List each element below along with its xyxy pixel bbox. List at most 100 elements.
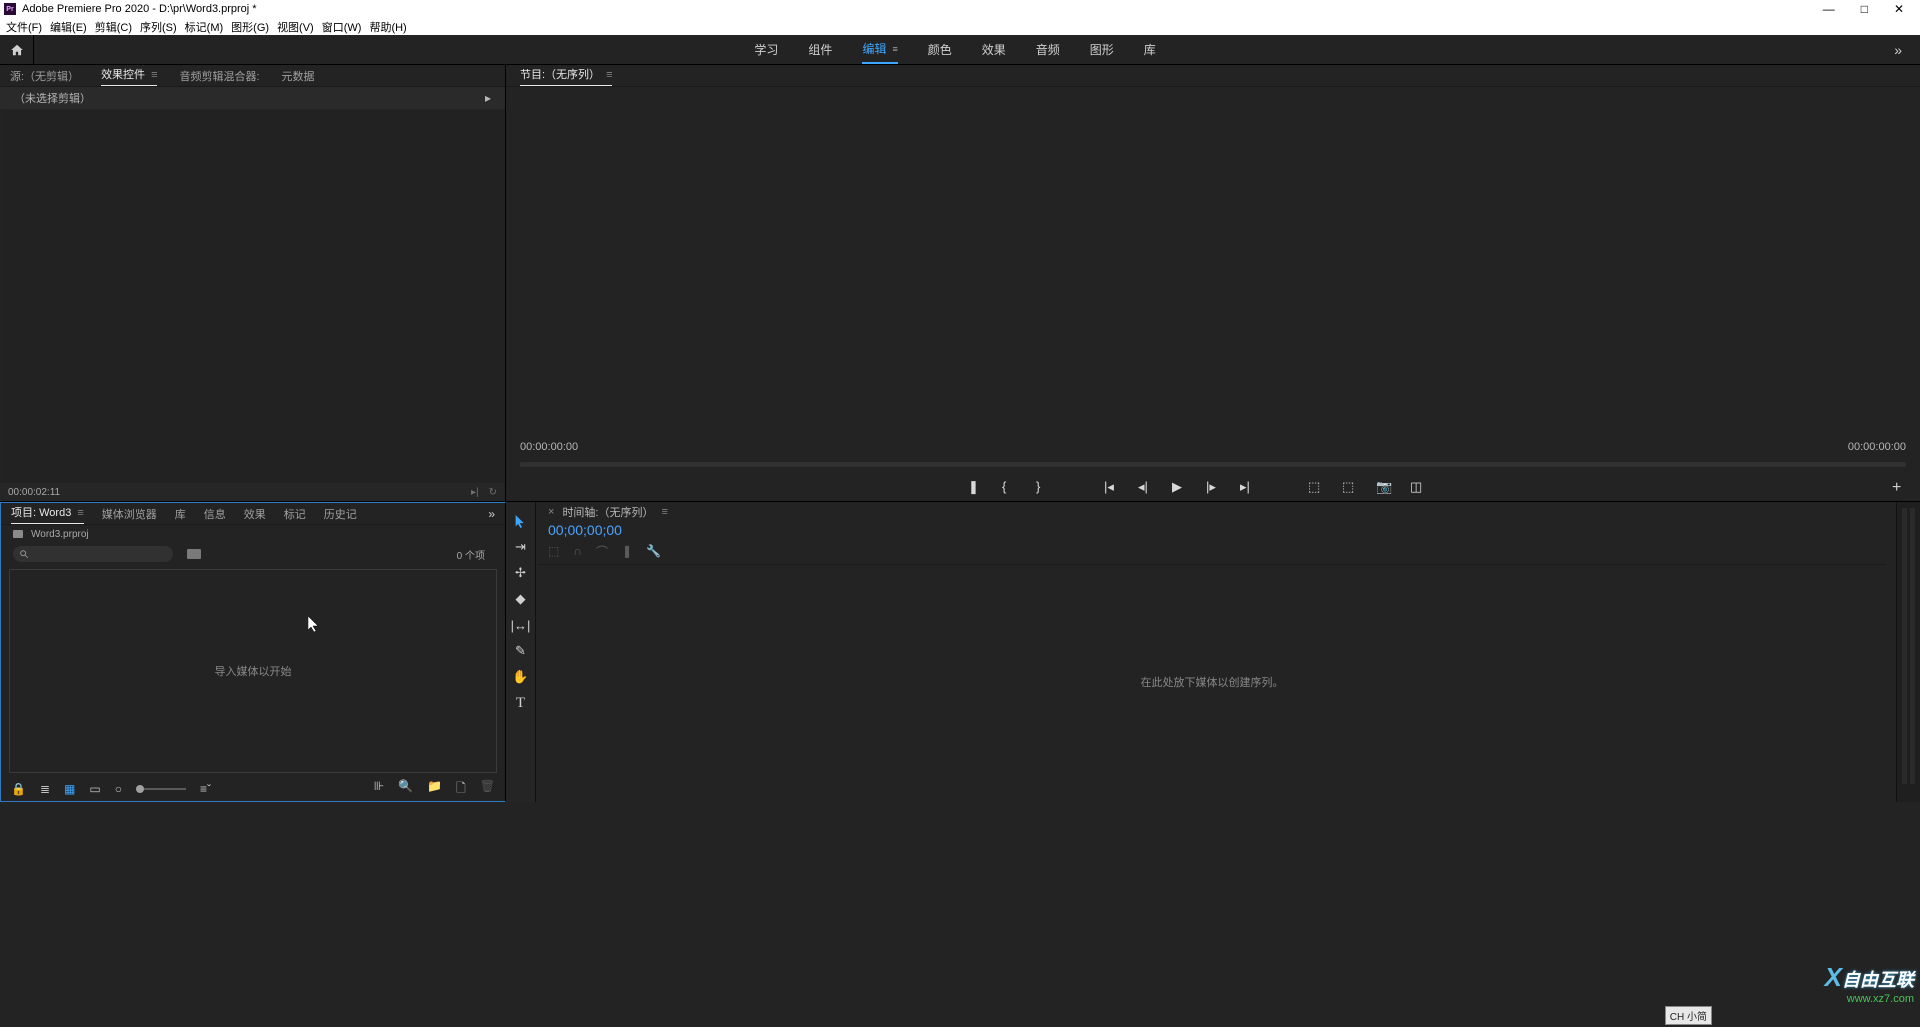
timeline-tracks-area[interactable]: 在此处放下媒体以创建序列。 — [538, 564, 1886, 798]
snap-icon[interactable]: ∩ — [573, 544, 582, 558]
workspace-effects[interactable]: 效果 — [982, 35, 1006, 64]
type-tool[interactable]: T — [511, 694, 531, 712]
tab-program-menu-icon[interactable]: ≡ — [606, 69, 612, 81]
tab-audio-clip-mixer[interactable]: 音频剪辑混合器: — [179, 68, 259, 84]
watermark-url: www.xz7.com — [1825, 993, 1914, 1005]
tab-source[interactable]: 源:（无剪辑） — [10, 68, 79, 84]
menu-graphics[interactable]: 图形(G) — [231, 19, 269, 35]
search-input[interactable] — [13, 546, 173, 562]
find-icon[interactable]: 🔍 — [398, 779, 413, 800]
new-bin-icon[interactable]: 📁 — [427, 779, 442, 800]
tab-effects[interactable]: 效果 — [244, 506, 266, 522]
write-lock-icon[interactable]: 🔒 — [11, 782, 26, 796]
program-controls: ❚ { } |◂ ◂| ▶ |▸ ▸| ⬚ ⬚ 📷 ◫ + — [506, 471, 1920, 501]
extract-icon[interactable]: ⬚ — [1342, 479, 1356, 493]
lift-icon[interactable]: ⬚ — [1308, 479, 1322, 493]
tab-info[interactable]: 信息 — [204, 506, 226, 522]
new-item-icon[interactable]: 🗋 — [456, 779, 466, 800]
hand-tool[interactable]: ✋ — [511, 668, 531, 686]
step-forward-icon[interactable]: |▸ — [1206, 479, 1220, 493]
tab-project[interactable]: 项目: Word3≡ — [11, 504, 84, 524]
menu-help[interactable]: 帮助(H) — [369, 19, 406, 35]
menu-edit[interactable]: 编辑(E) — [50, 19, 87, 35]
window-title: Adobe Premiere Pro 2020 - D:\pr\Word3.pr… — [22, 3, 257, 15]
pen-tool[interactable]: ✎ — [511, 642, 531, 660]
slip-tool[interactable]: |↔| — [511, 616, 531, 634]
menu-file[interactable]: 文件(F) — [6, 19, 42, 35]
workspace-editing-menu-icon[interactable]: ≡ — [892, 44, 897, 54]
mark-in-icon[interactable]: { — [1002, 479, 1016, 493]
zoom-slider[interactable] — [136, 788, 186, 790]
workspace-editing[interactable]: 编辑≡ — [862, 35, 897, 64]
delete-icon[interactable]: 🗑 — [480, 779, 495, 800]
project-tabs-overflow[interactable]: » — [488, 507, 495, 521]
timeline-tab-menu-icon[interactable]: ≡ — [662, 506, 668, 518]
loop-icon[interactable]: ↻ — [489, 487, 497, 498]
item-count: 0 个项 — [457, 547, 485, 562]
track-select-tool[interactable]: ⇥ — [511, 538, 531, 556]
workspace-overflow-button[interactable]: » — [1876, 42, 1920, 58]
mark-out-icon[interactable]: } — [1036, 479, 1050, 493]
menu-view[interactable]: 视图(V) — [277, 19, 314, 35]
export-frame-icon[interactable]: 📷 — [1376, 479, 1390, 493]
program-panel-tabs: 节目:（无序列）≡ — [506, 65, 1920, 87]
menu-sequence[interactable]: 序列(S) — [140, 19, 177, 35]
home-button[interactable] — [0, 35, 34, 64]
selection-tool[interactable] — [511, 512, 531, 530]
timeline-tab-label[interactable]: 时间轴:（无序列） — [562, 504, 653, 520]
program-timebar: 00:00:00:00 00:00:00:00 — [506, 437, 1920, 457]
minimize-button[interactable]: — — [1823, 2, 1835, 16]
automate-to-sequence-icon[interactable]: ⊪ — [374, 779, 384, 800]
workspace-learning[interactable]: 学习 — [754, 35, 778, 64]
sort-icon[interactable]: ≡ˇ — [200, 782, 211, 796]
workspace-libraries[interactable]: 库 — [1144, 35, 1156, 64]
expand-arrow-icon[interactable]: ▸ — [485, 91, 491, 105]
audio-meter[interactable] — [1896, 502, 1920, 802]
freeform-view-icon[interactable]: ▭ — [89, 782, 100, 796]
add-marker-icon[interactable]: ❚ — [968, 479, 982, 493]
tab-program[interactable]: 节目:（无序列）≡ — [520, 66, 612, 86]
menu-window[interactable]: 窗口(W) — [322, 19, 362, 35]
tab-history[interactable]: 历史记 — [324, 506, 357, 522]
workspace-assembly[interactable]: 组件 — [808, 35, 832, 64]
play-only-icon[interactable]: ▸| — [471, 487, 479, 498]
workspace-color[interactable]: 颜色 — [928, 35, 952, 64]
insert-overwrite-icon[interactable]: ⬚ — [548, 544, 559, 558]
tab-project-menu-icon[interactable]: ≡ — [77, 507, 83, 519]
linked-selection-icon[interactable]: ⌒ — [596, 543, 608, 560]
step-back-icon[interactable]: ◂| — [1138, 479, 1152, 493]
tab-libraries[interactable]: 库 — [175, 506, 186, 522]
maximize-button[interactable]: □ — [1861, 2, 1868, 16]
razor-tool[interactable]: ◆ — [511, 590, 531, 608]
tab-media-browser[interactable]: 媒体浏览器 — [102, 506, 157, 522]
import-placeholder: 导入媒体以开始 — [215, 663, 292, 679]
timeline-settings-icon[interactable]: 🔧 — [646, 544, 661, 558]
tab-effect-controls[interactable]: 效果控件≡ — [101, 66, 157, 86]
menu-clip[interactable]: 剪辑(C) — [95, 19, 132, 35]
workspace-audio[interactable]: 音频 — [1036, 35, 1060, 64]
tab-effect-controls-menu-icon[interactable]: ≡ — [151, 69, 157, 81]
ripple-edit-tool[interactable]: ✢ — [511, 564, 531, 582]
timeline-toolbar: ⬚ ∩ ⌒ ❚ 🔧 — [536, 542, 1896, 560]
timeline-close-icon[interactable]: × — [548, 506, 554, 518]
close-button[interactable]: ✕ — [1894, 2, 1904, 16]
new-search-bin-icon[interactable] — [187, 549, 201, 559]
list-view-icon[interactable]: ≣ — [40, 782, 50, 796]
timeline-timecode[interactable]: 00;00;00;00 — [536, 522, 1896, 542]
program-slider[interactable] — [506, 457, 1920, 471]
go-to-out-icon[interactable]: ▸| — [1240, 479, 1254, 493]
comparison-view-icon[interactable]: ◫ — [1410, 479, 1424, 493]
tab-metadata[interactable]: 元数据 — [282, 68, 315, 84]
project-bin-area[interactable]: 导入媒体以开始 — [9, 569, 497, 773]
menu-marker[interactable]: 标记(M) — [185, 19, 224, 35]
add-marker-timeline-icon[interactable]: ❚ — [622, 544, 632, 558]
icon-view-icon[interactable]: ▦ — [64, 782, 75, 796]
ime-indicator[interactable]: CH 小简 — [1665, 1006, 1712, 1025]
button-editor-icon[interactable]: + — [1892, 479, 1906, 493]
go-to-in-icon[interactable]: |◂ — [1104, 479, 1118, 493]
play-icon[interactable]: ▶ — [1172, 479, 1186, 493]
watermark: X自由互联 www.xz7.com — [1825, 962, 1914, 1005]
source-footer: 00:00:02:11 ▸| ↻ — [0, 483, 505, 501]
workspace-graphics[interactable]: 图形 — [1090, 35, 1114, 64]
tab-markers[interactable]: 标记 — [284, 506, 306, 522]
